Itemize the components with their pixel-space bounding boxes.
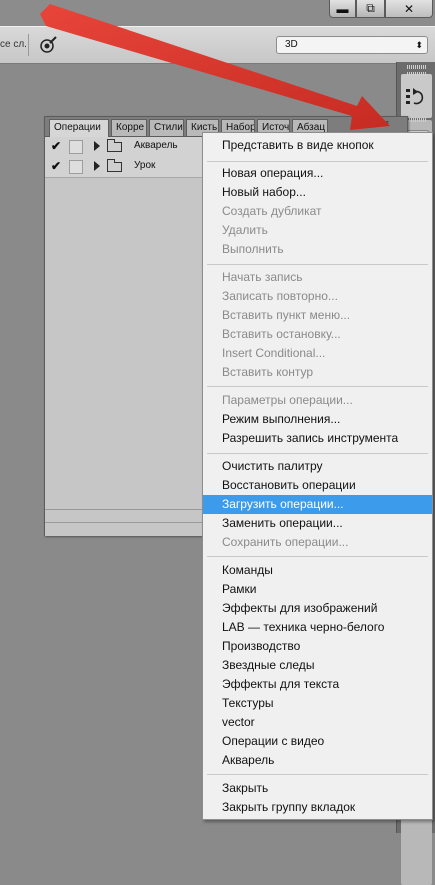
annotation-arrow-icon bbox=[40, 4, 390, 130]
